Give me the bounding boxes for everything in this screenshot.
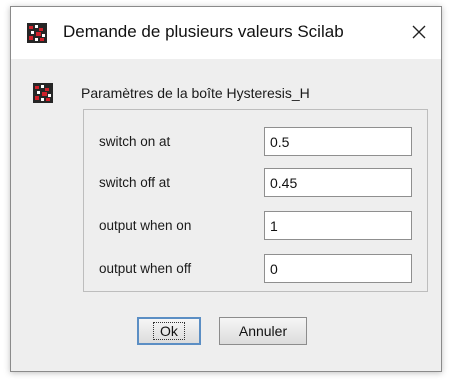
cancel-button-label: Annuler xyxy=(238,323,288,339)
scilab-icon xyxy=(33,83,53,103)
close-button[interactable] xyxy=(403,17,435,47)
block-parameters-heading: Paramètres de la boîte Hysteresis_H xyxy=(81,85,310,101)
ok-button-label: Ok xyxy=(153,322,185,340)
scilab-icon xyxy=(27,23,47,43)
output-when-on-input[interactable] xyxy=(264,211,412,240)
ok-button[interactable]: Ok xyxy=(137,317,201,345)
switch-on-at-label: switch on at xyxy=(99,134,171,149)
close-icon xyxy=(412,25,426,39)
switch-off-at-label: switch off at xyxy=(99,175,171,190)
window-title: Demande de plusieurs valeurs Scilab xyxy=(63,22,344,41)
switch-off-at-input[interactable] xyxy=(264,168,412,197)
output-when-off-label: output when off xyxy=(99,261,192,276)
output-when-off-input[interactable] xyxy=(264,254,412,283)
dialog-window: Demande de plusieurs valeurs Scilab Para… xyxy=(10,6,442,372)
cancel-button[interactable]: Annuler xyxy=(219,317,307,345)
title-bar[interactable]: Demande de plusieurs valeurs Scilab xyxy=(11,7,441,59)
parameters-panel: switch on at switch off at output when o… xyxy=(83,109,428,292)
output-when-on-label: output when on xyxy=(99,218,192,233)
switch-on-at-input[interactable] xyxy=(264,127,412,156)
